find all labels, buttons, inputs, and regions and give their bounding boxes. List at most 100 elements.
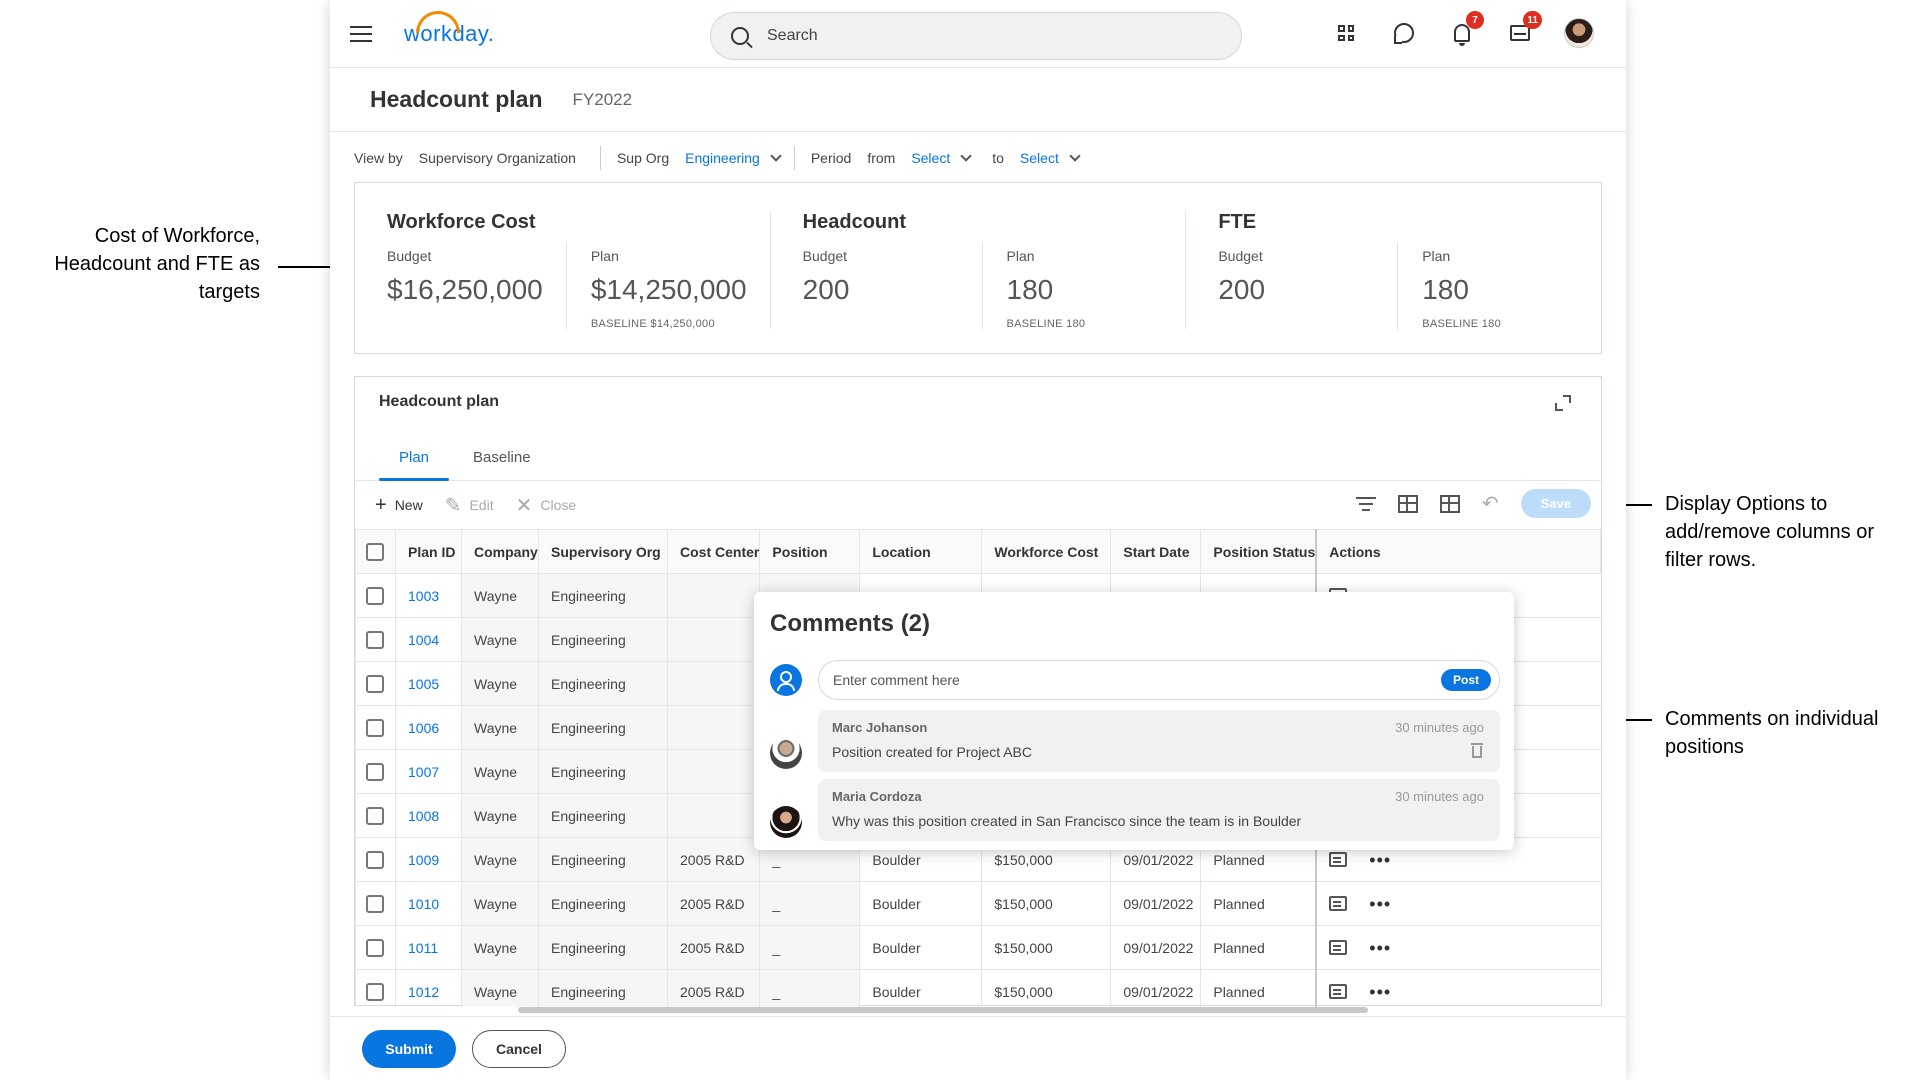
column-header[interactable]: Location xyxy=(859,529,983,574)
more-actions-icon[interactable]: ••• xyxy=(1369,895,1391,913)
plus-icon: + xyxy=(375,493,387,516)
delete-comment-icon[interactable] xyxy=(1471,743,1483,758)
row-checkbox[interactable] xyxy=(366,674,384,693)
cell-id[interactable]: 1004 xyxy=(395,617,462,662)
row-checkbox[interactable] xyxy=(366,718,384,737)
period-to-dropdown[interactable]: Select xyxy=(1020,150,1059,166)
comment-icon[interactable] xyxy=(1329,896,1348,911)
cell-id[interactable]: 1009 xyxy=(395,837,462,882)
horizontal-scrollbar[interactable] xyxy=(518,1007,1368,1013)
cancel-button[interactable]: Cancel xyxy=(472,1029,566,1068)
comment-item: Maria Cordoza 30 minutes ago Why was thi… xyxy=(818,779,1500,841)
workday-logo[interactable]: workday. xyxy=(404,10,494,47)
notifications-bell-icon[interactable]: 7 xyxy=(1448,11,1484,47)
select-all-checkbox[interactable] xyxy=(366,542,384,561)
row-actions: ••• xyxy=(1315,925,1601,970)
row-checkbox[interactable] xyxy=(366,630,384,649)
filter-icon[interactable] xyxy=(1355,496,1376,511)
cell-start: 09/01/2022 xyxy=(1110,881,1201,926)
more-actions-icon[interactable]: ••• xyxy=(1369,983,1391,1001)
table-row[interactable]: 1011 Wayne Engineering 2005 R&D _ Boulder $150… xyxy=(355,925,1601,970)
cell-company: Wayne xyxy=(461,793,539,838)
edit-button[interactable]: ✎ Edit xyxy=(445,493,494,518)
tab-plan[interactable]: Plan xyxy=(379,435,450,481)
inbox-icon[interactable]: 11 xyxy=(1506,11,1542,47)
comments-popover: Comments (2) Enter comment here Post Mar… xyxy=(754,592,1514,850)
comment-item: Marc Johanson 30 minutes ago Position cr… xyxy=(818,710,1500,772)
row-checkbox[interactable] xyxy=(366,586,384,605)
chat-icon[interactable] xyxy=(1390,19,1418,47)
row-select-cell xyxy=(355,969,396,1007)
save-button[interactable]: Save xyxy=(1520,489,1591,518)
column-settings-icon[interactable] xyxy=(1397,494,1418,513)
column-header[interactable]: Position Status xyxy=(1200,529,1317,574)
close-button[interactable]: ✕ Close xyxy=(516,493,577,518)
more-actions-icon[interactable]: ••• xyxy=(1369,851,1391,869)
comment-text: Position created for Project ABC xyxy=(832,744,1032,760)
cell-cost: $150,000 xyxy=(981,969,1111,1007)
column-header[interactable]: Workforce Cost xyxy=(981,529,1112,574)
row-checkbox[interactable] xyxy=(366,806,384,825)
period-label: Period xyxy=(810,150,852,166)
cell-company: Wayne xyxy=(461,661,539,706)
cell-id[interactable]: 1010 xyxy=(395,881,462,926)
row-checkbox[interactable] xyxy=(366,762,384,781)
display-options-icon[interactable] xyxy=(1439,494,1460,513)
kpi-title: Workforce Cost xyxy=(387,211,536,233)
apps-grid-icon[interactable] xyxy=(1332,19,1360,47)
comment-icon[interactable] xyxy=(1329,852,1348,867)
chevron-down-icon[interactable] xyxy=(1069,150,1081,162)
cell-id[interactable]: 1005 xyxy=(395,661,462,706)
row-select-cell xyxy=(355,573,396,618)
cell-id[interactable]: 1003 xyxy=(395,573,462,618)
user-avatar[interactable] xyxy=(1564,18,1594,48)
page-subtitle: FY2022 xyxy=(572,89,633,109)
cell-cost-center xyxy=(666,749,760,794)
comment-input[interactable]: Enter comment here Post xyxy=(818,660,1500,700)
cell-status: Planned xyxy=(1200,969,1317,1007)
view-by-value[interactable]: Supervisory Organization xyxy=(419,150,576,166)
kpi-baseline: BASELINE 180 xyxy=(1422,318,1501,330)
chevron-down-icon[interactable] xyxy=(770,150,782,162)
table-row[interactable]: 1010 Wayne Engineering 2005 R&D _ Boulder $150… xyxy=(355,881,1601,926)
cell-id[interactable]: 1012 xyxy=(395,969,462,1007)
submit-button[interactable]: Submit xyxy=(362,1029,456,1068)
cell-id[interactable]: 1011 xyxy=(395,925,462,970)
hamburger-menu-icon[interactable] xyxy=(350,25,372,42)
filter-bar: View by Supervisory Organization Sup Org… xyxy=(330,132,1626,184)
cell-org: Engineering xyxy=(538,573,668,618)
row-select-cell xyxy=(355,661,396,706)
row-checkbox[interactable] xyxy=(366,938,384,957)
chevron-down-icon[interactable] xyxy=(960,150,972,162)
table-row[interactable]: 1012 Wayne Engineering 2005 R&D _ Boulder $150… xyxy=(355,969,1601,1007)
comment-icon[interactable] xyxy=(1329,984,1348,999)
cell-company: Wayne xyxy=(461,881,539,926)
search-input[interactable]: Search xyxy=(710,12,1242,60)
sup-org-dropdown[interactable]: Engineering xyxy=(685,150,760,166)
cell-id[interactable]: 1008 xyxy=(395,793,462,838)
new-label: New xyxy=(394,497,423,513)
table-toolbar: + New ✎ Edit ✕ Close ↶ Save xyxy=(355,481,1601,529)
cell-org: Engineering xyxy=(538,969,668,1007)
expand-icon[interactable] xyxy=(1555,395,1571,411)
cell-cost-center xyxy=(666,617,760,662)
comment-icon[interactable] xyxy=(1329,940,1348,955)
column-header[interactable]: Position xyxy=(759,529,861,574)
column-header[interactable]: Company xyxy=(461,529,539,574)
row-checkbox[interactable] xyxy=(366,982,384,1001)
row-checkbox[interactable] xyxy=(366,894,384,913)
undo-icon[interactable]: ↶ xyxy=(1482,491,1499,516)
period-from-dropdown[interactable]: Select xyxy=(911,150,950,166)
more-actions-icon[interactable]: ••• xyxy=(1369,939,1391,957)
column-header[interactable]: Start Date xyxy=(1110,529,1202,574)
tab-baseline[interactable]: Baseline xyxy=(453,435,551,480)
cell-id[interactable]: 1006 xyxy=(395,705,462,750)
row-checkbox[interactable] xyxy=(366,850,384,869)
new-button[interactable]: + New xyxy=(375,494,423,517)
column-header[interactable]: Cost Center xyxy=(666,529,761,574)
post-button[interactable]: Post xyxy=(1440,669,1491,691)
column-header[interactable]: Plan ID xyxy=(395,529,462,574)
row-select-cell xyxy=(355,793,396,838)
cell-id[interactable]: 1007 xyxy=(395,749,462,794)
column-header[interactable]: Supervisory Org xyxy=(538,529,668,574)
